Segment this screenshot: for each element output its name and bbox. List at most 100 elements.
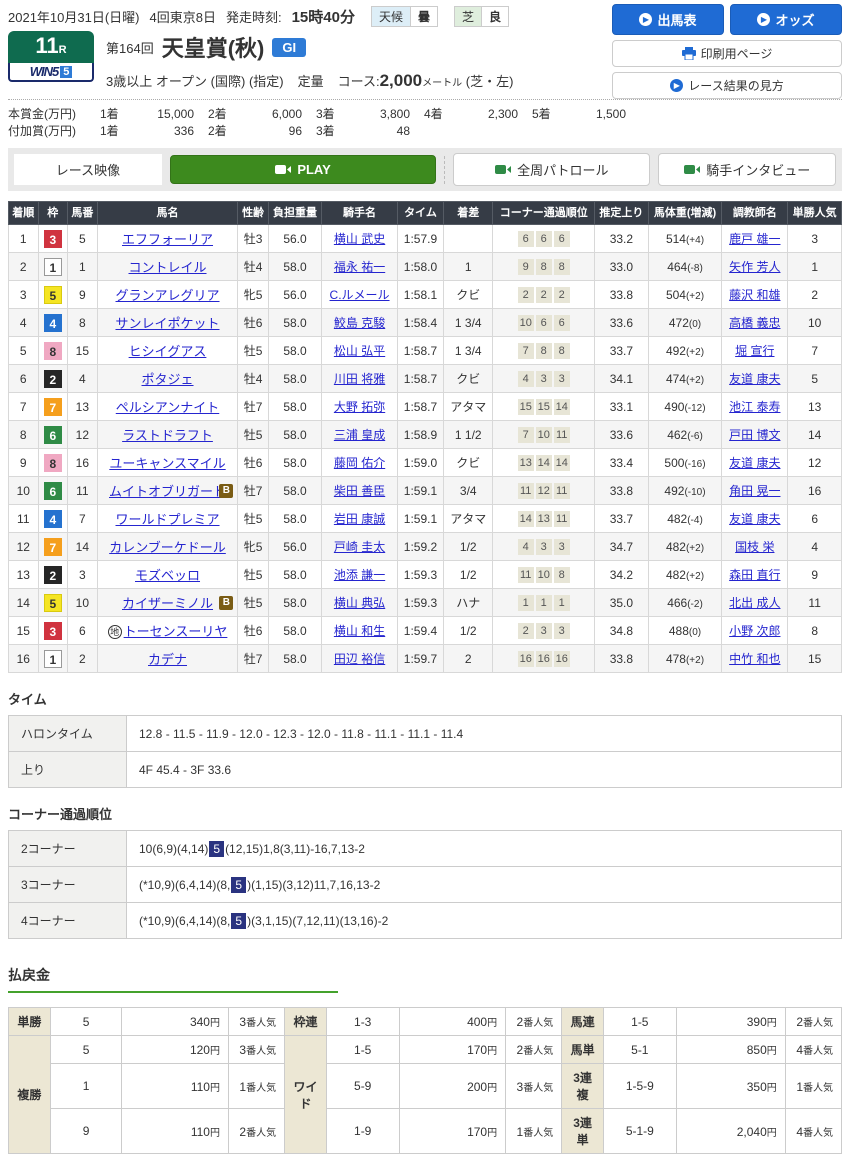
jockey-name-link[interactable]: 柴田 善臣 <box>334 484 385 498</box>
finish-time: 1:59.0 <box>397 449 443 477</box>
jockey-name-link[interactable]: 池添 謙一 <box>334 568 385 582</box>
horse-name-link[interactable]: ユーキャンスマイル <box>109 456 225 471</box>
margin: 1 1/2 <box>444 421 493 449</box>
results-column-header: 調教師名 <box>722 202 788 225</box>
finish-position: 7 <box>9 393 39 421</box>
jockey-name-link[interactable]: 鮫島 克駿 <box>334 316 385 330</box>
result-row: 10611ムイトオブリガードB牡758.0柴田 善臣1:59.13/411121… <box>9 477 842 505</box>
result-row: 624ポタジェ牡458.0川田 将雅1:58.7クビ43334.1474(+2)… <box>9 365 842 393</box>
horse-name-link[interactable]: ペルシアンナイト <box>116 400 219 415</box>
margin: 1 3/4 <box>444 309 493 337</box>
corner-order-value: (*10,9)(6,4,14)(8,5)(1,15)(3,12)11,7,16,… <box>127 867 842 903</box>
trainer-name-link[interactable]: 中竹 和也 <box>729 652 780 666</box>
prize-amount: 6,000 <box>244 106 302 123</box>
horse-name-link[interactable]: モズベッロ <box>135 568 200 583</box>
trainer-name-link[interactable]: 国枝 栄 <box>735 540 774 554</box>
horse-name-link[interactable]: カイザーミノル <box>122 596 213 611</box>
result-row: 14510カイザーミノルB牡558.0横山 典弘1:59.3ハナ11135.04… <box>9 589 842 617</box>
corner-positions-cell: 988 <box>493 253 595 281</box>
jockey-name-link[interactable]: 川田 将雅 <box>334 372 385 386</box>
jockey-name-link[interactable]: 藤岡 佑介 <box>334 456 385 470</box>
sex-age: 牡6 <box>238 617 268 645</box>
corner-position: 3 <box>536 623 552 639</box>
horse-number: 2 <box>68 645 98 673</box>
trainer-name-link[interactable]: 高橋 義忠 <box>729 316 780 330</box>
chevron-right-icon: ▶ <box>670 79 683 92</box>
horse-name-link[interactable]: コントレイル <box>129 260 207 275</box>
trainer-name-link[interactable]: 戸田 博文 <box>729 428 780 442</box>
last-3f-row: 上り 4F 45.4 - 3F 33.6 <box>9 752 842 788</box>
horse-name-link[interactable]: ポタジェ <box>142 372 194 387</box>
finish-time: 1:59.4 <box>397 617 443 645</box>
win5-logo: WIN5 5 <box>8 63 94 82</box>
jockey-name-link[interactable]: 横山 典弘 <box>334 596 385 610</box>
finish-position: 15 <box>9 617 39 645</box>
horse-name-link[interactable]: サンレイポケット <box>116 316 220 331</box>
jockey-name-link[interactable]: C.ルメール <box>330 288 390 302</box>
added-prize-values: 1着3362着963着48 <box>100 123 424 140</box>
turf-label: 芝 <box>455 7 481 26</box>
jockey-name-link[interactable]: 戸崎 圭太 <box>334 540 385 554</box>
trainer-name-link[interactable]: 友道 康夫 <box>729 372 780 386</box>
horse-name-link[interactable]: ワールドプレミア <box>116 512 220 527</box>
last-3f-time: 34.2 <box>595 561 649 589</box>
trainer-name-link[interactable]: 森田 直行 <box>729 568 780 582</box>
horse-name-link[interactable]: カデナ <box>148 652 187 667</box>
jockey-interview-button[interactable]: 騎手インタビュー <box>658 153 836 186</box>
bracket-number: 8 <box>44 342 62 360</box>
trainer-name-link[interactable]: 鹿戸 雄一 <box>729 232 780 246</box>
jockey-name-link[interactable]: 松山 弘平 <box>334 344 385 358</box>
carried-weight: 58.0 <box>268 589 322 617</box>
trainer-name-link[interactable]: 矢作 芳人 <box>729 260 780 274</box>
jockey-name-link[interactable]: 岩田 康誠 <box>334 512 385 526</box>
horse-name-link[interactable]: グランアレグリア <box>116 288 220 303</box>
jockey-name-link[interactable]: 福永 祐一 <box>334 260 385 274</box>
trainer-name-link[interactable]: 藤沢 和雄 <box>729 288 780 302</box>
sex-age: 牡3 <box>238 225 268 253</box>
horse-name-link[interactable]: カレンブーケドール <box>109 540 226 555</box>
win-favorite-rank: 13 <box>788 393 842 421</box>
horse-number: 13 <box>68 393 98 421</box>
prize-rank-label: 2着 <box>208 123 244 140</box>
jockey-name-link[interactable]: 三浦 皇成 <box>334 428 385 442</box>
prize-amount: 48 <box>352 123 410 140</box>
horse-name-link[interactable]: エフフォーリア <box>122 232 213 247</box>
patrol-video-button[interactable]: 全周パトロール <box>453 153 650 186</box>
carried-weight: 58.0 <box>268 365 322 393</box>
trainer-name-link[interactable]: 小野 次郎 <box>729 624 780 638</box>
corner-position: 3 <box>536 539 552 555</box>
horse-weight-change: (-2) <box>687 599 703 610</box>
jockey-name-link[interactable]: 田辺 裕信 <box>334 652 385 666</box>
corner-position: 2 <box>536 287 552 303</box>
bracket-number: 5 <box>44 286 62 304</box>
jockey-name-link[interactable]: 大野 拓弥 <box>334 400 385 414</box>
finish-time: 1:58.0 <box>397 253 443 281</box>
horse-name-link[interactable]: ムイトオブリガード <box>109 484 226 499</box>
place-amount: 110円 <box>122 1064 229 1109</box>
odds-button[interactable]: ▶ オッズ <box>730 4 842 35</box>
trainer-name-link[interactable]: 堀 宣行 <box>735 344 774 358</box>
horse-name-link[interactable]: ラストドラフト <box>122 428 213 443</box>
result-row: 1323モズベッロ牡558.0池添 謙一1:59.31/21110834.248… <box>9 561 842 589</box>
trainer-name-link[interactable]: 北出 成人 <box>729 596 780 610</box>
trainer-cell: 国枝 栄 <box>722 533 788 561</box>
corner-positions-cell: 233 <box>493 617 595 645</box>
result-guide-button[interactable]: ▶ レース結果の見方 <box>612 72 842 99</box>
play-button[interactable]: PLAY <box>170 155 436 184</box>
print-page-button[interactable]: 印刷用ページ <box>612 40 842 67</box>
horse-number: 5 <box>68 225 98 253</box>
win-favorite-rank: 16 <box>788 477 842 505</box>
trainer-name-link[interactable]: 角田 晃一 <box>729 484 780 498</box>
horse-name-link[interactable]: トーセンスーリヤ <box>124 624 228 639</box>
bracket-number: 8 <box>44 454 62 472</box>
horse-name-link[interactable]: ヒシイグアス <box>129 344 207 359</box>
trainer-name-link[interactable]: 友道 康夫 <box>729 512 780 526</box>
corner-position: 16 <box>518 651 534 667</box>
corner-position: 7 <box>518 427 534 443</box>
jockey-name-link[interactable]: 横山 和生 <box>334 624 385 638</box>
jockey-name-link[interactable]: 横山 武史 <box>334 232 385 246</box>
trainer-name-link[interactable]: 池江 泰寿 <box>729 400 780 414</box>
horse-weight-cell: 482(+2) <box>648 561 722 589</box>
trainer-name-link[interactable]: 友道 康夫 <box>729 456 780 470</box>
entries-button[interactable]: ▶ 出馬表 <box>612 4 724 35</box>
